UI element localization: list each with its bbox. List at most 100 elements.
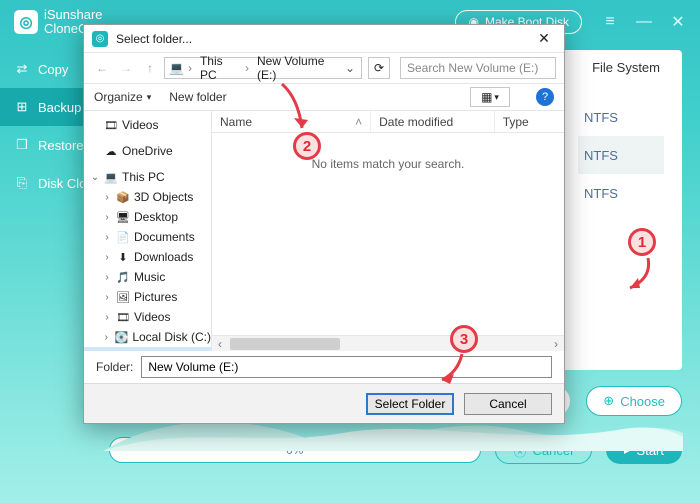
tree-node[interactable]: ☁OneDrive: [84, 141, 211, 161]
tree-node[interactable]: › 📄 Documents: [84, 227, 211, 247]
folder-tree[interactable]: 🎞Videos☁OneDrive⌄💻This PC›📦3D Objects›🖥D…: [84, 111, 212, 351]
copy-icon: ⇄: [14, 61, 30, 77]
filesystem-list: NTFS NTFS NTFS: [578, 98, 664, 212]
tree-node[interactable]: ›📦3D Objects: [84, 187, 211, 207]
tree-label: OneDrive: [122, 144, 173, 158]
tree-node[interactable]: ›🖥Desktop: [84, 207, 211, 227]
backup-icon: ⊞: [14, 99, 30, 115]
column-name[interactable]: Name ˄: [212, 111, 371, 132]
organize-menu[interactable]: Organize ▾: [94, 90, 151, 104]
folder-icon: 📄: [116, 230, 130, 244]
folder-name-input[interactable]: [141, 356, 552, 378]
file-pane: Name ˄ Date modified Type No items match…: [212, 111, 564, 351]
breadcrumb-item[interactable]: New Volume (E:): [253, 54, 339, 82]
breadcrumb-dropdown[interactable]: ⌄: [343, 61, 357, 75]
scroll-left-icon[interactable]: ‹: [212, 336, 228, 352]
filesystem-row[interactable]: NTFS: [578, 136, 664, 174]
folder-row: Folder:: [84, 351, 564, 383]
tree-label: Documents: [134, 230, 195, 244]
view-icon: ▦: [481, 90, 490, 104]
twisty-icon: ›: [102, 292, 112, 303]
nav-forward-button[interactable]: →: [116, 58, 136, 78]
filesystem-row[interactable]: NTFS: [578, 174, 664, 212]
tree-label: Videos: [134, 310, 170, 324]
breadcrumb[interactable]: 💻 › This PC › New Volume (E:) ⌄: [164, 57, 362, 79]
tree-node[interactable]: 🎞Videos: [84, 115, 211, 135]
nav-up-button[interactable]: ↑: [140, 58, 160, 78]
sidebar-item-label: Copy: [38, 62, 68, 77]
sidebar-item-label: Restore: [38, 138, 84, 153]
folder-icon: 🖼: [116, 290, 130, 304]
brand-top: iSunshare: [44, 8, 103, 22]
folder-icon: 💽: [115, 330, 129, 344]
pc-icon: 💻: [169, 61, 184, 75]
nav-back-button[interactable]: ←: [92, 58, 112, 78]
dialog-close-button[interactable]: ✕: [532, 30, 556, 47]
column-type[interactable]: Type: [495, 111, 564, 132]
search-placeholder: Search New Volume (E:): [407, 61, 538, 75]
folder-icon: 🎞: [104, 118, 118, 132]
empty-message: No items match your search.: [312, 157, 465, 171]
empty-state: No items match your search.: [212, 133, 564, 335]
restore-icon: ❐: [14, 137, 30, 153]
folder-icon: ⬇: [116, 250, 130, 264]
column-label: Name: [220, 115, 252, 129]
folder-label: Folder:: [96, 360, 133, 374]
twisty-icon: ›: [102, 272, 112, 283]
twisty-icon: ›: [102, 212, 112, 223]
menu-icon[interactable]: ≡: [602, 14, 618, 30]
tree-node[interactable]: ⌄💻This PC: [84, 167, 211, 187]
progress-bar: 0%: [109, 437, 481, 463]
twisty-icon: ›: [102, 332, 111, 343]
breadcrumb-item[interactable]: This PC: [196, 54, 241, 82]
tree-node[interactable]: ›💽Local Disk (C:): [84, 327, 211, 347]
tree-label: 3D Objects: [134, 190, 193, 204]
sort-indicator-icon: ˄: [355, 115, 362, 129]
twisty-icon: ⌄: [90, 172, 100, 183]
minimize-button[interactable]: —: [636, 14, 652, 30]
cancel-button[interactable]: ⓧ Cancel: [495, 436, 592, 464]
plus-icon: ⊕: [603, 393, 614, 409]
column-date[interactable]: Date modified: [371, 111, 495, 132]
help-button[interactable]: ?: [536, 88, 554, 106]
dialog-icon: ◎: [92, 31, 108, 47]
view-mode-button[interactable]: ▦ ▾: [470, 87, 510, 107]
start-label: Start: [637, 443, 664, 458]
tree-label: Downloads: [134, 250, 193, 264]
tree-node[interactable]: › ⬇ Downloads: [84, 247, 211, 267]
folder-icon: 🎞: [116, 310, 130, 324]
column-headers: Name ˄ Date modified Type: [212, 111, 564, 133]
logo-icon: ◎: [14, 10, 38, 34]
start-button[interactable]: ▸ Start: [606, 436, 682, 464]
dialog-buttons: Select Folder Cancel: [84, 383, 564, 423]
tree-node[interactable]: › 🖼 Pictures: [84, 287, 211, 307]
folder-icon: 🎵: [116, 270, 130, 284]
tree-node[interactable]: › 🎵 Music: [84, 267, 211, 287]
twisty-icon: ›: [102, 312, 112, 323]
dialog-title: Select folder...: [116, 32, 532, 46]
horizontal-scrollbar[interactable]: ‹ ›: [212, 335, 564, 351]
close-button[interactable]: ✕: [670, 14, 686, 30]
chevron-down-icon: ▾: [494, 92, 499, 103]
tree-label: Pictures: [134, 290, 177, 304]
filesystem-header: File System: [592, 60, 660, 75]
choose-button[interactable]: ⊕ Choose: [586, 386, 682, 416]
filesystem-row[interactable]: NTFS: [578, 98, 664, 136]
tree-label: Music: [134, 270, 165, 284]
new-folder-button[interactable]: New folder: [169, 90, 226, 104]
scroll-right-icon[interactable]: ›: [548, 336, 564, 352]
twisty-icon: ›: [102, 232, 112, 243]
dialog-titlebar: ◎ Select folder... ✕: [84, 25, 564, 53]
search-input[interactable]: Search New Volume (E:): [400, 57, 556, 79]
organize-label: Organize: [94, 90, 143, 104]
twisty-icon: ›: [102, 252, 112, 263]
refresh-button[interactable]: ⟳: [368, 57, 390, 79]
folder-icon: 📦: [116, 190, 130, 204]
cancel-icon: ⓧ: [514, 441, 527, 460]
progress-text: 0%: [286, 443, 303, 457]
select-folder-button[interactable]: Select Folder: [366, 393, 454, 415]
dialog-cancel-button[interactable]: Cancel: [464, 393, 552, 415]
scroll-thumb[interactable]: [230, 338, 340, 350]
new-folder-label: New folder: [169, 90, 226, 104]
tree-node[interactable]: › 🎞 Videos: [84, 307, 211, 327]
